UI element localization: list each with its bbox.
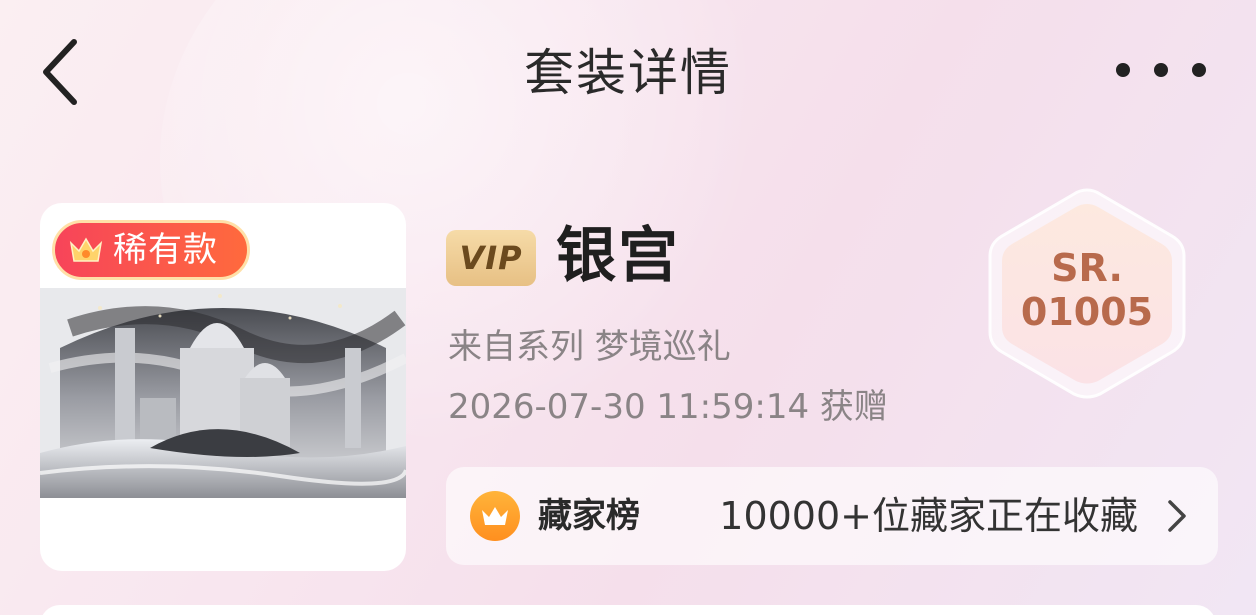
palace-artwork xyxy=(40,288,406,498)
collector-label: 藏家榜 xyxy=(538,496,640,536)
crown-icon xyxy=(470,491,520,541)
serial-number: SR. 01005 xyxy=(986,246,1188,334)
rarity-badge: 稀有款 xyxy=(52,220,250,280)
more-button[interactable] xyxy=(1116,50,1206,90)
crown-icon xyxy=(69,237,103,262)
collector-count: 10000+位藏家正在收藏 xyxy=(719,494,1138,538)
more-icon-dot xyxy=(1154,63,1168,77)
more-icon xyxy=(1116,63,1130,77)
collector-ranking-bar[interactable]: 藏家榜 10000+位藏家正在收藏 xyxy=(446,467,1218,565)
rarity-label: 稀有款 xyxy=(113,230,218,270)
crown-glyph xyxy=(482,507,508,525)
suit-name: 银宫 xyxy=(556,221,680,291)
series-info: 来自系列 梦境巡礼 xyxy=(448,327,731,367)
page-title: 套装详情 xyxy=(524,44,732,102)
serial-prefix: SR. xyxy=(1051,246,1123,290)
vip-badge: VIP xyxy=(446,230,536,286)
obtained-date: 2026-07-30 11:59:14 获赠 xyxy=(448,387,888,427)
serial-value: 01005 xyxy=(1020,290,1154,334)
more-icon-dot xyxy=(1192,63,1206,77)
chevron-right-icon xyxy=(1168,500,1186,532)
bottom-panel xyxy=(40,605,1216,615)
